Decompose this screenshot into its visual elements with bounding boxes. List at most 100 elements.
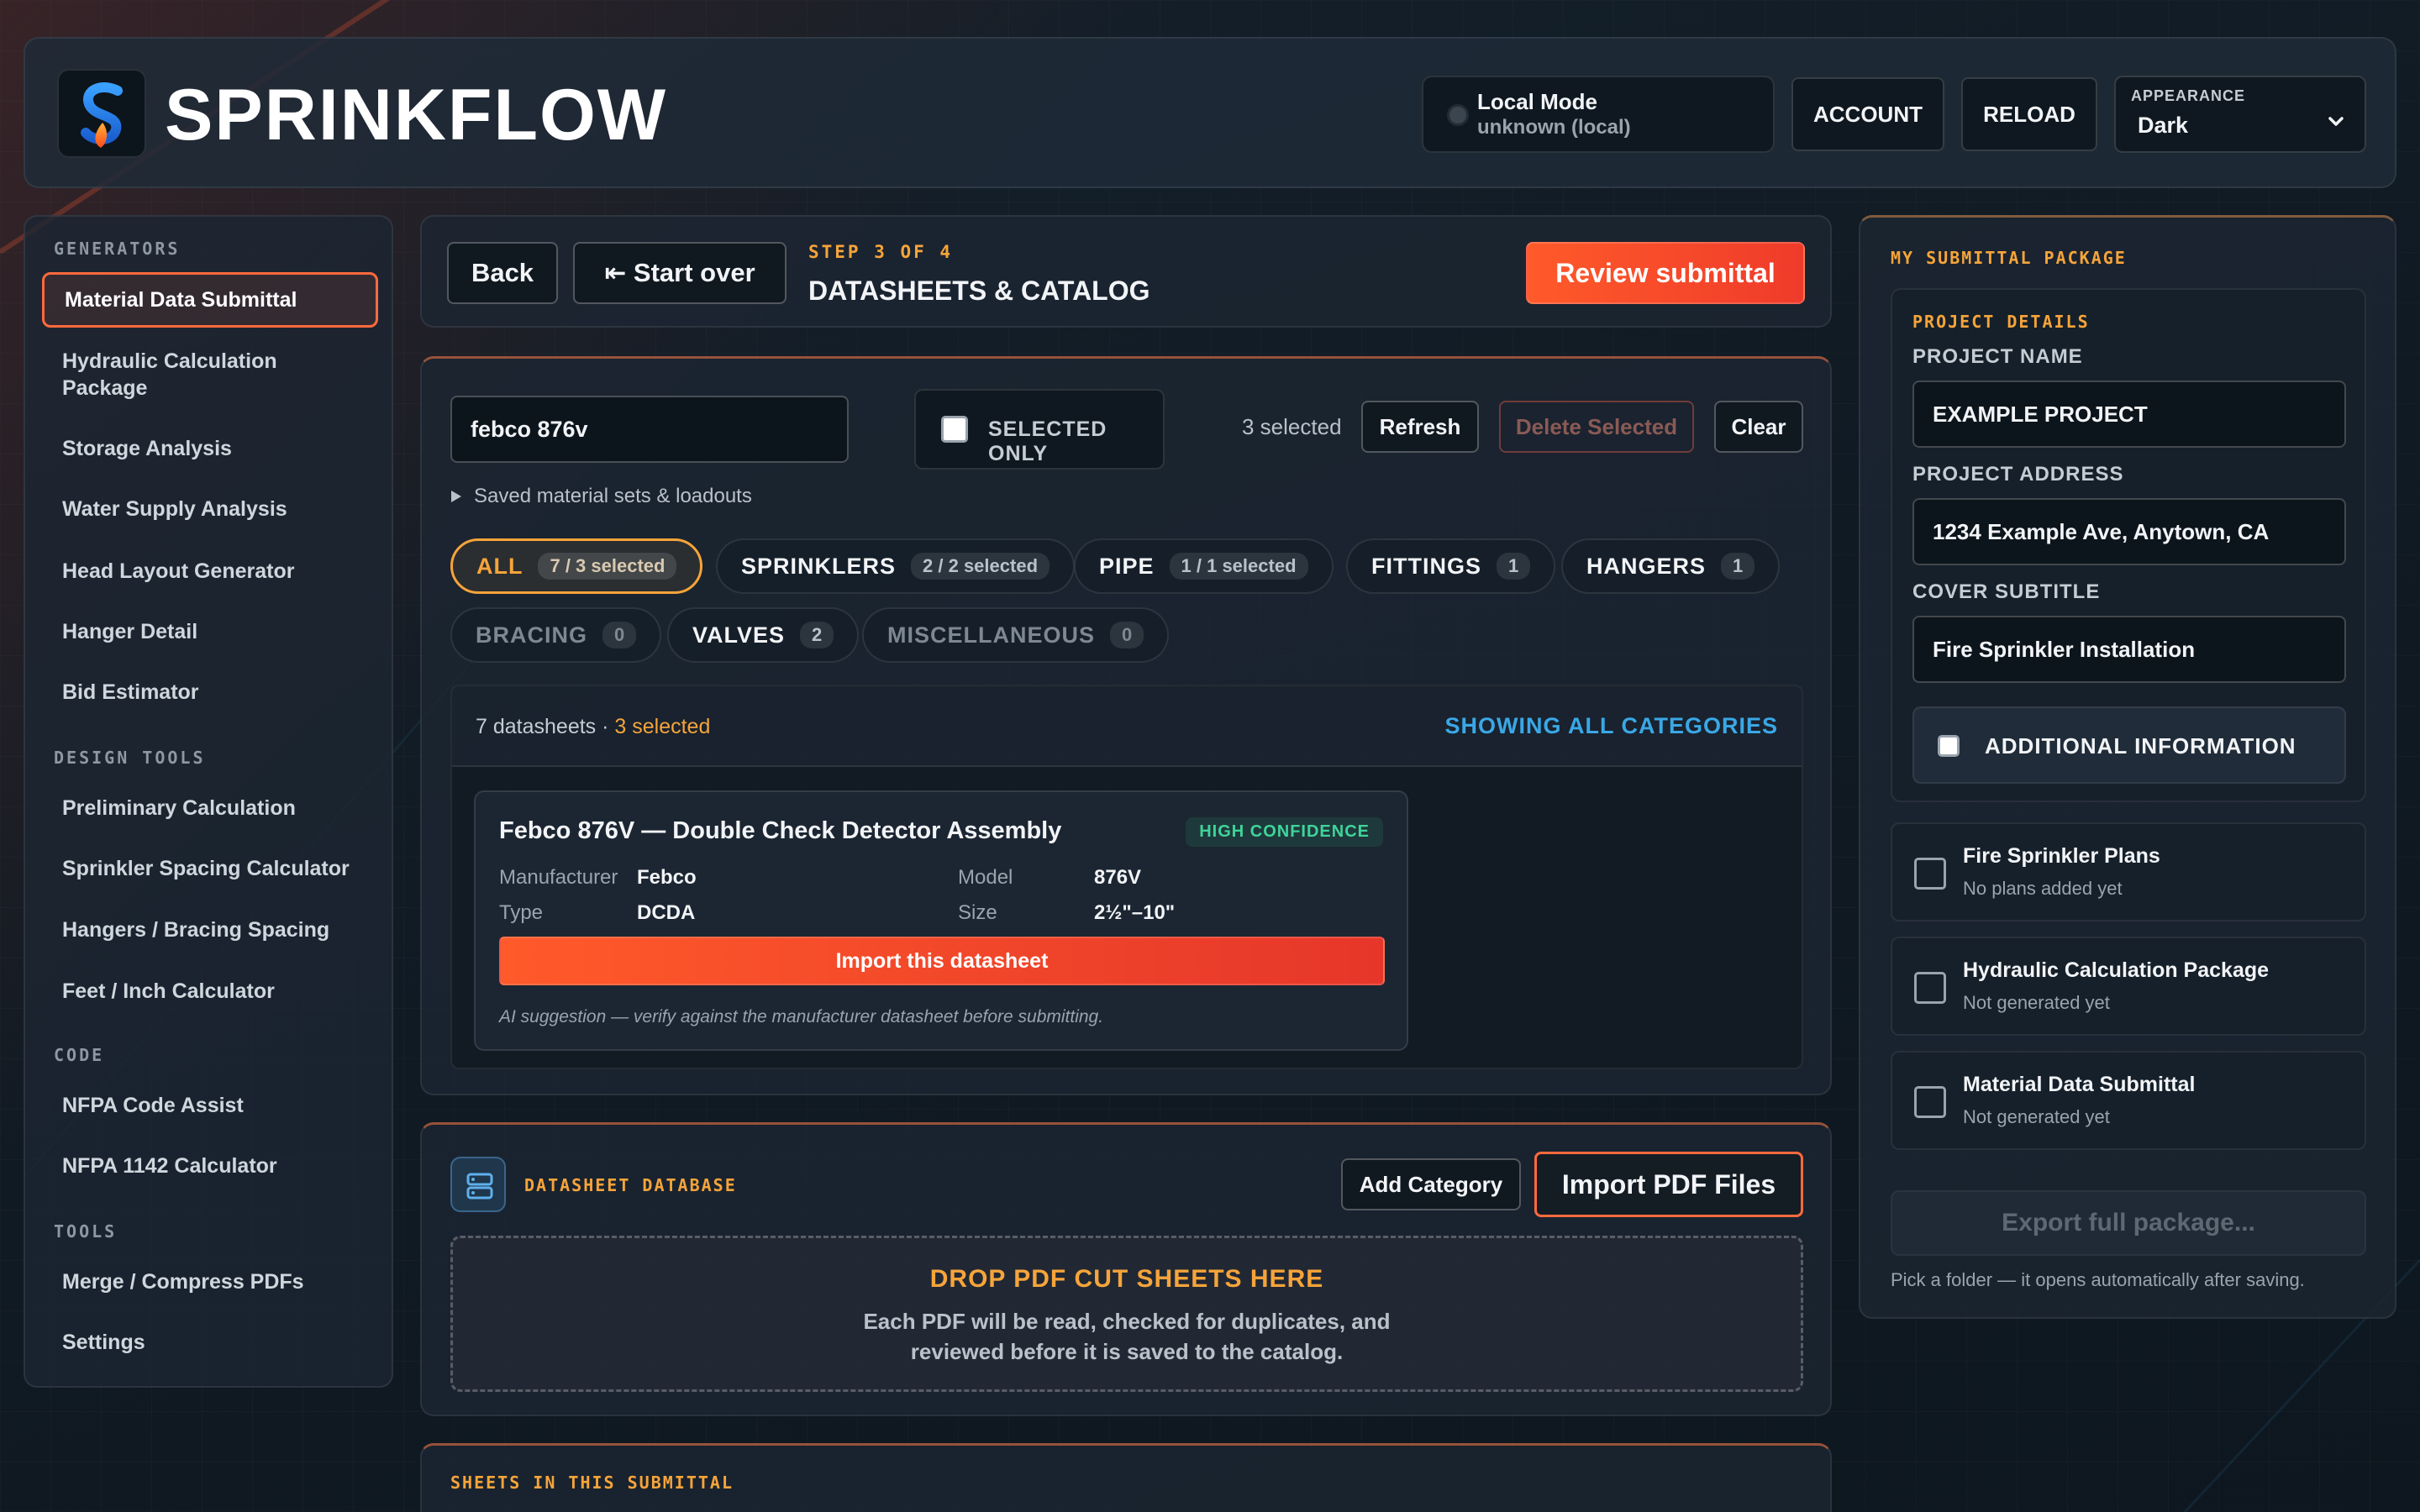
pill-label: HANGERS <box>1586 553 1707 579</box>
drop-title: DROP PDF CUT SHEETS HERE <box>929 1265 1324 1293</box>
chevron-down-icon <box>2328 117 2344 126</box>
sidebar-item-preliminary-calculation[interactable]: Preliminary Calculation <box>42 796 378 821</box>
search-input[interactable]: febco 876v <box>450 396 849 463</box>
category-pill-hangers[interactable]: HANGERS 1 <box>1561 538 1781 594</box>
app-header: SPRINKFLOW Local Mode unknown (local) AC… <box>24 37 2396 188</box>
package-item-title: Material Data Submittal <box>1963 1073 2196 1096</box>
category-pill-miscellaneous[interactable]: MISCELLANEOUS 0 <box>862 607 1170 663</box>
add-category-button[interactable]: Add Category <box>1341 1158 1521 1210</box>
sidebar-section-tools: TOOLS <box>54 1221 118 1242</box>
additional-information-checkbox[interactable] <box>1938 735 1960 757</box>
package-item-checkbox[interactable] <box>1914 858 1946 890</box>
sidebar-item-hangers-bracing-spacing[interactable]: Hangers / Bracing Spacing <box>42 918 378 942</box>
review-submittal-button[interactable]: Review submittal <box>1526 242 1805 304</box>
sidebar-item-storage-analysis[interactable]: Storage Analysis <box>42 437 378 461</box>
project-name-input[interactable]: EXAMPLE PROJECT <box>1912 381 2346 448</box>
pill-count: 1 <box>1497 553 1531 580</box>
sidebar-item-sprinkler-spacing-calculator[interactable]: Sprinkler Spacing Calculator <box>42 857 378 881</box>
reload-button[interactable]: RELOAD <box>1961 77 2097 151</box>
package-item-hydraulic-calculation-package[interactable]: Hydraulic Calculation Package Not genera… <box>1891 937 2366 1036</box>
sidebar-section-code: CODE <box>54 1045 105 1065</box>
clear-button[interactable]: Clear <box>1714 401 1803 453</box>
step-bar: Back ⇤ Start over STEP 3 OF 4 DATASHEETS… <box>420 215 1832 328</box>
suggestion-title: Febco 876V — Double Check Detector Assem… <box>499 817 1062 844</box>
sidebar: GENERATORS Material Data Submittal Hydra… <box>24 215 393 1388</box>
manufacturer-value: Febco <box>637 866 697 889</box>
category-pill-valves[interactable]: VALVES 2 <box>667 607 860 663</box>
package-item-checkbox[interactable] <box>1914 972 1946 1004</box>
category-pill-sprinklers[interactable]: SPRINKLERS 2 / 2 selected <box>716 538 1076 594</box>
pill-count: 2 / 2 selected <box>911 553 1050 580</box>
start-over-button[interactable]: ⇤ Start over <box>573 242 786 304</box>
sidebar-item-material-data-submittal[interactable]: Material Data Submittal <box>42 272 378 328</box>
package-item-status: Not generated yet <box>1963 992 2110 1013</box>
category-pill-all[interactable]: ALL 7 / 3 selected <box>450 538 703 594</box>
cover-subtitle-label: COVER SUBTITLE <box>1912 580 2101 603</box>
export-package-button[interactable]: Export full package... <box>1891 1190 2366 1256</box>
appearance-label: APPEARANCE <box>2131 87 2246 104</box>
sprinkflow-logo-icon <box>57 69 146 158</box>
appearance-select[interactable]: APPEARANCE Dark <box>2114 76 2366 153</box>
size-label: Size <box>958 901 997 924</box>
sidebar-item-feet-inch-calculator[interactable]: Feet / Inch Calculator <box>42 979 378 1004</box>
showing-all-categories-link[interactable]: SHOWING ALL CATEGORIES <box>1444 713 1778 739</box>
sidebar-item-water-supply-analysis[interactable]: Water Supply Analysis <box>42 497 378 522</box>
additional-information-toggle[interactable]: ADDITIONAL INFORMATION <box>1912 706 2346 784</box>
selected-count: 3 selected <box>1242 414 1342 439</box>
manufacturer-label: Manufacturer <box>499 866 618 889</box>
cover-subtitle-input[interactable]: Fire Sprinkler Installation <box>1912 616 2346 683</box>
refresh-button[interactable]: Refresh <box>1361 401 1479 453</box>
pill-count: 1 / 1 selected <box>1169 553 1308 580</box>
sidebar-item-hanger-detail[interactable]: Hanger Detail <box>42 620 378 644</box>
account-button[interactable]: ACCOUNT <box>1791 77 1944 151</box>
package-item-material-data-submittal[interactable]: Material Data Submittal Not generated ye… <box>1891 1051 2366 1150</box>
datasheet-selection-panel: febco 876v SELECTED ONLY 3 selected Refr… <box>420 356 1832 1095</box>
back-button[interactable]: Back <box>447 242 558 304</box>
step-title: DATASHEETS & CATALOG <box>808 276 1150 306</box>
pill-count: 7 / 3 selected <box>538 553 677 580</box>
ai-suggestion-card: Febco 876V — Double Check Detector Assem… <box>474 790 1408 1051</box>
project-name-label: PROJECT NAME <box>1912 345 2083 368</box>
model-label: Model <box>958 866 1013 889</box>
sidebar-item-label: Package <box>62 376 148 400</box>
results-header: 7 datasheets · 3 selected SHOWING ALL CA… <box>452 686 1802 767</box>
selected-only-label: SELECTED ONLY <box>988 417 1107 465</box>
results-count: 7 datasheets <box>476 715 597 738</box>
sidebar-item-bid-estimator[interactable]: Bid Estimator <box>42 680 378 705</box>
sidebar-item-merge-compress-pdfs[interactable]: Merge / Compress PDFs <box>42 1270 378 1294</box>
pdf-drop-zone[interactable]: DROP PDF CUT SHEETS HERE Each PDF will b… <box>450 1236 1803 1392</box>
sidebar-item-head-layout-generator[interactable]: Head Layout Generator <box>42 559 378 584</box>
results-selected: 3 selected <box>614 715 711 738</box>
project-address-input[interactable]: 1234 Example Ave, Anytown, CA <box>1912 498 2346 565</box>
results-summary: 7 datasheets · 3 selected <box>476 715 710 739</box>
sidebar-item-label: Material Data Submittal <box>65 287 297 312</box>
sidebar-item-hydraulic-calculation-package[interactable]: Hydraulic Calculation Package <box>42 348 378 402</box>
brand-title: SPRINKFLOW <box>165 75 668 155</box>
sidebar-item-nfpa-1142-calculator[interactable]: NFPA 1142 Calculator <box>42 1154 378 1179</box>
category-pill-bracing[interactable]: BRACING 0 <box>450 607 662 663</box>
sidebar-item-nfpa-code-assist[interactable]: NFPA Code Assist <box>42 1094 378 1118</box>
category-pill-fittings[interactable]: FITTINGS 1 <box>1346 538 1556 594</box>
package-item-status: Not generated yet <box>1963 1106 2110 1127</box>
selected-only-toggle[interactable]: SELECTED ONLY <box>914 389 1165 470</box>
package-title: MY SUBMITTAL PACKAGE <box>1891 248 2127 268</box>
delete-selected-button[interactable]: Delete Selected <box>1499 401 1694 453</box>
type-label: Type <box>499 901 544 924</box>
caret-right-icon <box>451 491 461 502</box>
import-pdf-files-button[interactable]: Import PDF Files <box>1534 1152 1803 1217</box>
category-pill-pipe[interactable]: PIPE 1 / 1 selected <box>1074 538 1334 594</box>
database-title: DATASHEET DATABASE <box>524 1175 737 1195</box>
pill-count: 2 <box>800 622 834 648</box>
package-item-title: Hydraulic Calculation Package <box>1963 958 2270 982</box>
local-mode-indicator: Local Mode unknown (local) <box>1422 76 1775 153</box>
sidebar-item-settings[interactable]: Settings <box>42 1331 378 1355</box>
saved-sets-toggle[interactable]: Saved material sets & loadouts <box>450 485 752 508</box>
project-details: PROJECT DETAILS PROJECT NAME EXAMPLE PRO… <box>1891 288 2366 802</box>
submittal-package-panel: MY SUBMITTAL PACKAGE PROJECT DETAILS PRO… <box>1859 215 2396 1319</box>
package-item-checkbox[interactable] <box>1914 1086 1946 1118</box>
mode-subtitle: unknown (local) <box>1477 116 1631 139</box>
confidence-badge: HIGH CONFIDENCE <box>1186 817 1383 847</box>
import-datasheet-button[interactable]: Import this datasheet <box>499 937 1385 985</box>
package-item-fire-sprinkler-plans[interactable]: Fire Sprinkler Plans No plans added yet <box>1891 822 2366 921</box>
selected-only-checkbox[interactable] <box>941 416 968 443</box>
